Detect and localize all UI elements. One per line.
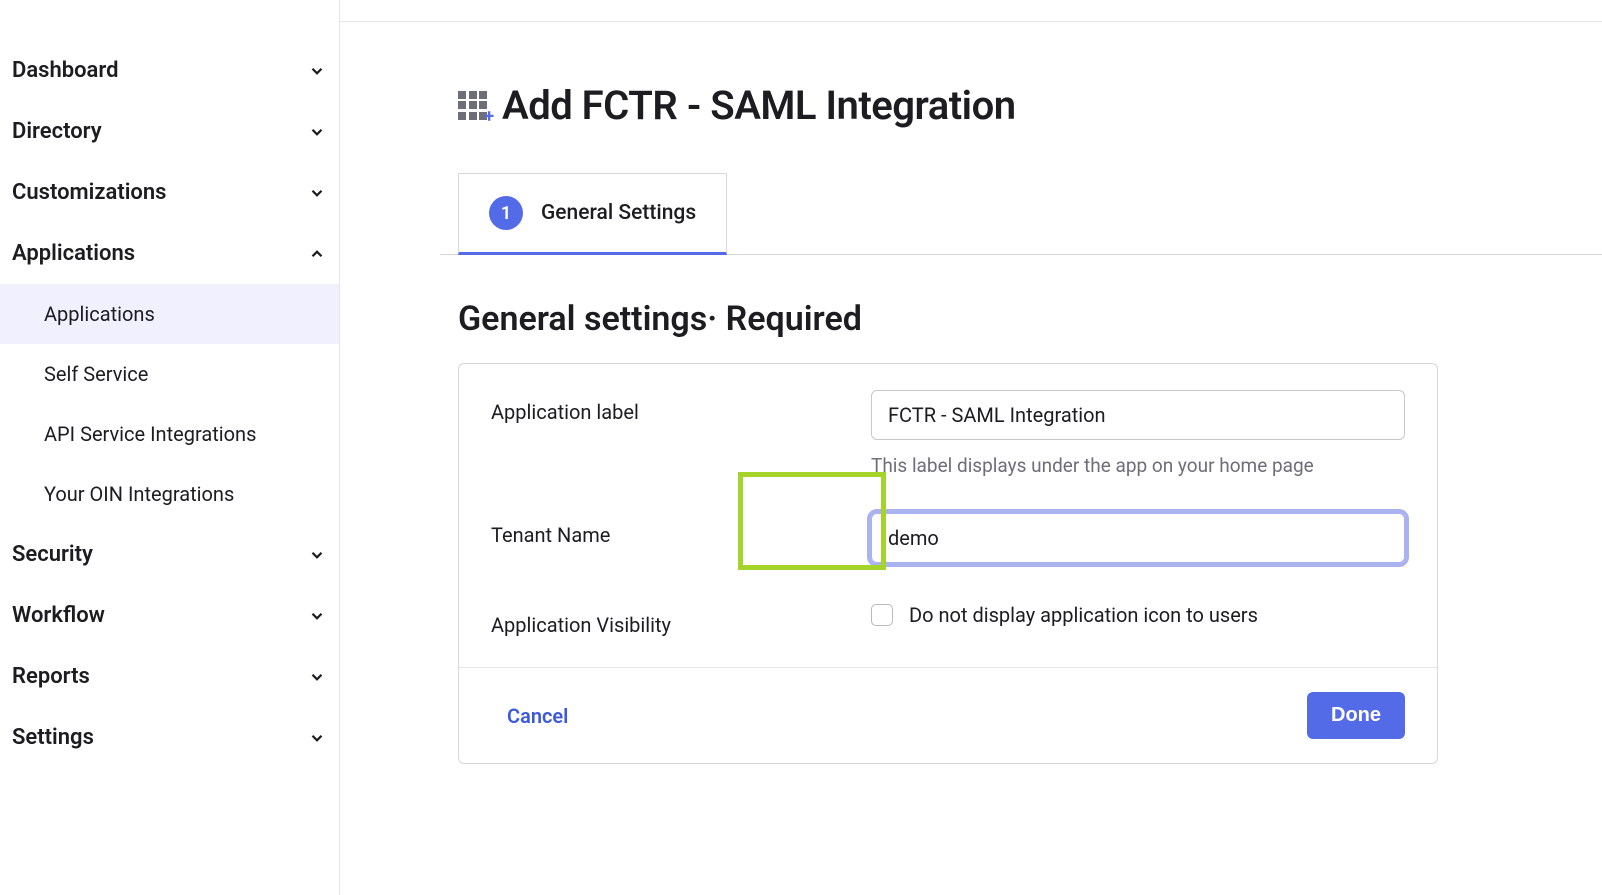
sidebar-item-security[interactable]: Security bbox=[0, 524, 339, 585]
sidebar-item-applications[interactable]: Applications bbox=[0, 223, 339, 284]
chevron-down-icon bbox=[307, 728, 327, 748]
page-title: Add FCTR - SAML Integration bbox=[502, 82, 1016, 129]
step-number-badge: 1 bbox=[489, 196, 523, 230]
sidebar-item-label: Reports bbox=[12, 664, 90, 689]
section-heading: General settings· Required bbox=[440, 255, 1602, 363]
sidebar-sub-api-service-integrations[interactable]: API Service Integrations bbox=[0, 404, 339, 464]
sidebar: Dashboard Directory Customizations Appli… bbox=[0, 0, 340, 895]
done-button[interactable]: Done bbox=[1307, 692, 1405, 739]
sidebar-item-label: Self Service bbox=[44, 362, 148, 386]
sidebar-item-directory[interactable]: Directory bbox=[0, 101, 339, 162]
sidebar-sub-applications[interactable]: Applications bbox=[0, 284, 339, 344]
visibility-checkbox[interactable] bbox=[871, 604, 893, 626]
form-row-tenant-name: Tenant Name bbox=[459, 493, 1437, 593]
sidebar-item-label: Workflow bbox=[12, 603, 105, 628]
page-title-row: + Add FCTR - SAML Integration bbox=[440, 82, 1602, 129]
sidebar-item-label: Settings bbox=[12, 725, 94, 750]
sidebar-item-label: API Service Integrations bbox=[44, 422, 256, 446]
tab-general-settings[interactable]: 1 General Settings bbox=[458, 173, 727, 255]
chevron-down-icon bbox=[307, 183, 327, 203]
add-app-icon: + bbox=[458, 91, 488, 121]
form-row-app-label: Application label This label displays un… bbox=[459, 364, 1437, 493]
chevron-down-icon bbox=[307, 606, 327, 626]
field-label: Application Visibility bbox=[491, 603, 871, 637]
sidebar-item-settings[interactable]: Settings bbox=[0, 707, 339, 768]
sidebar-item-label: Security bbox=[12, 542, 93, 567]
sidebar-item-customizations[interactable]: Customizations bbox=[0, 162, 339, 223]
sidebar-item-workflow[interactable]: Workflow bbox=[0, 585, 339, 646]
tabs: 1 General Settings bbox=[440, 173, 1602, 255]
tenant-name-input[interactable] bbox=[871, 513, 1405, 563]
sidebar-item-label: Dashboard bbox=[12, 58, 118, 83]
cancel-button[interactable]: Cancel bbox=[507, 704, 568, 728]
chevron-up-icon bbox=[307, 244, 327, 264]
sidebar-sub-your-oin-integrations[interactable]: Your OIN Integrations bbox=[0, 464, 339, 524]
sidebar-item-reports[interactable]: Reports bbox=[0, 646, 339, 707]
form-footer: Cancel Done bbox=[459, 667, 1437, 763]
sidebar-item-label: Applications bbox=[44, 302, 155, 326]
field-label: Tenant Name bbox=[491, 513, 871, 547]
form-card: Application label This label displays un… bbox=[458, 363, 1438, 764]
sidebar-item-label: Applications bbox=[12, 241, 135, 266]
main-content: + Add FCTR - SAML Integration 1 General … bbox=[340, 0, 1602, 895]
sidebar-sub-self-service[interactable]: Self Service bbox=[0, 344, 339, 404]
checkbox-label: Do not display application icon to users bbox=[909, 603, 1258, 627]
chevron-down-icon bbox=[307, 61, 327, 81]
chevron-down-icon bbox=[307, 667, 327, 687]
sidebar-item-dashboard[interactable]: Dashboard bbox=[0, 40, 339, 101]
chevron-down-icon bbox=[307, 122, 327, 142]
chevron-down-icon bbox=[307, 545, 327, 565]
sidebar-item-label: Directory bbox=[12, 119, 102, 144]
tab-label: General Settings bbox=[541, 201, 696, 225]
sidebar-item-label: Your OIN Integrations bbox=[44, 482, 234, 506]
form-row-visibility: Application Visibility Do not display ap… bbox=[459, 593, 1437, 667]
sidebar-item-label: Customizations bbox=[12, 180, 166, 205]
help-text: This label displays under the app on you… bbox=[871, 454, 1405, 477]
field-label: Application label bbox=[491, 390, 871, 424]
page-root: Dashboard Directory Customizations Appli… bbox=[0, 0, 1602, 895]
application-label-input[interactable] bbox=[871, 390, 1405, 440]
